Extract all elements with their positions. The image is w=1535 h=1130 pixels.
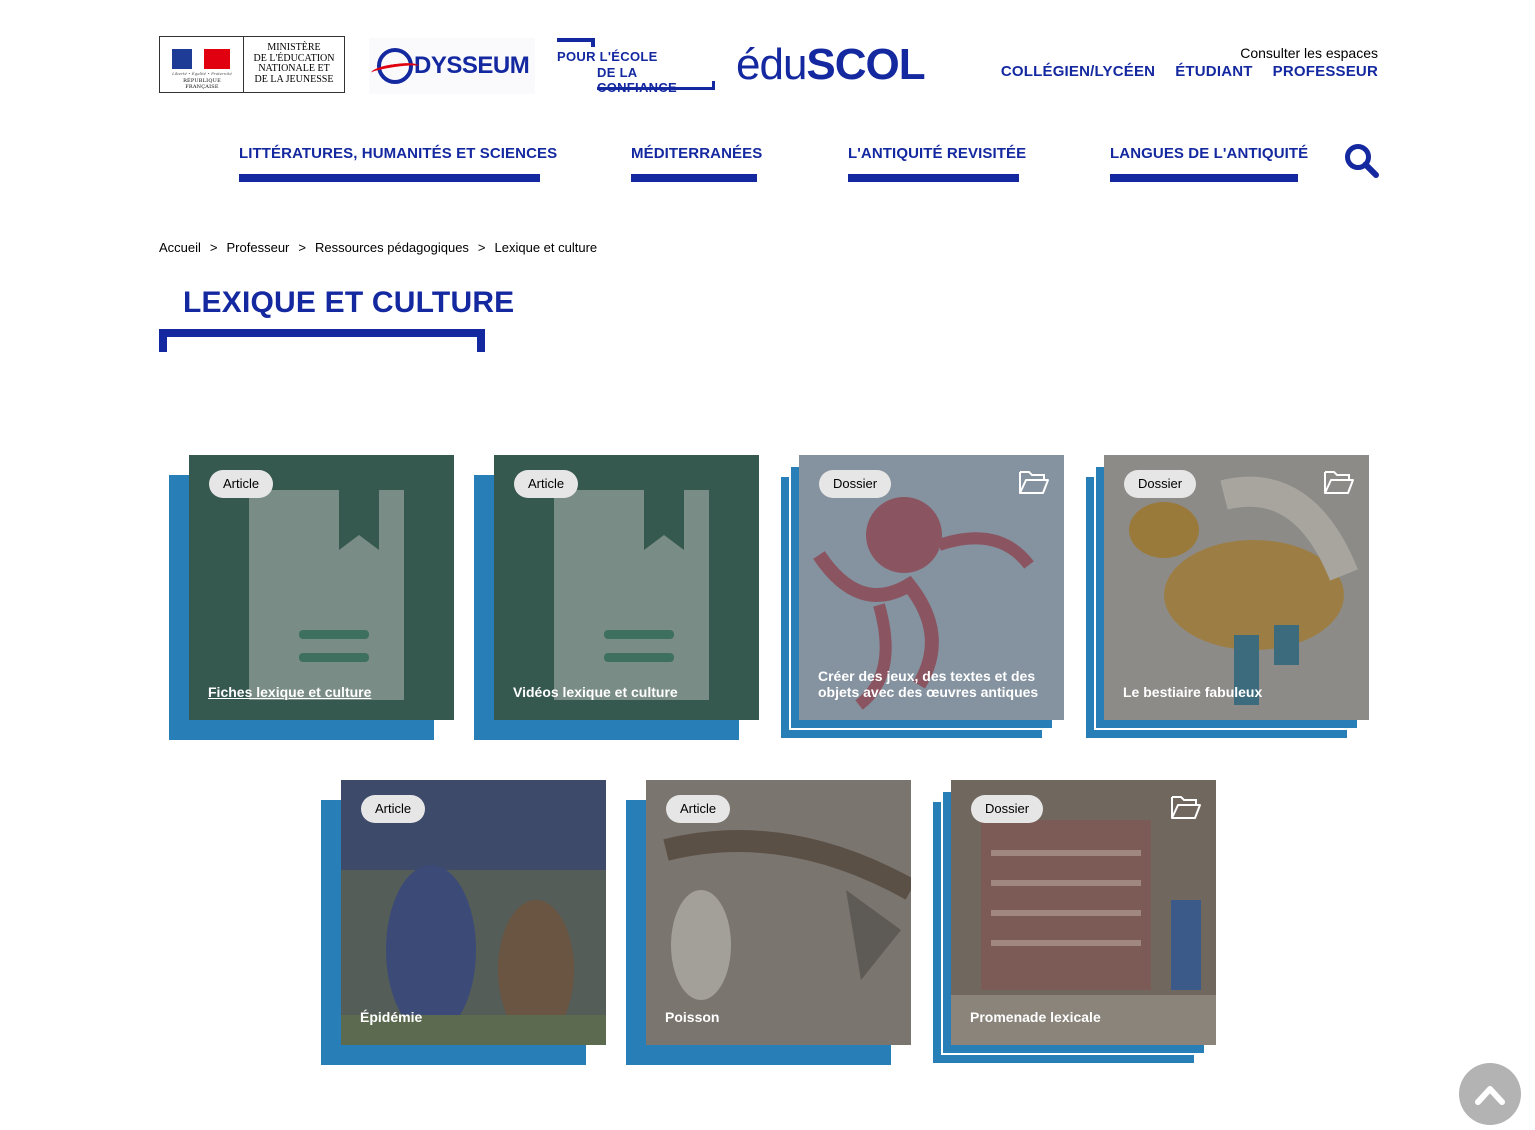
card-promenade-lexicale[interactable]: Dossier Promenade lexicale	[931, 780, 1216, 1065]
ecole-confiance-logo[interactable]: POUR L'ÉCOLE DE LA CONFIANCE	[557, 38, 715, 95]
breadcrumb-accueil[interactable]: Accueil	[159, 240, 201, 255]
card-fiches-lexique[interactable]: Article Fiches lexique et culture	[169, 455, 454, 740]
nav-item-mediterranees[interactable]: MÉDITERRANÉES	[631, 145, 762, 182]
nav-item-litteratures[interactable]: LITTÉRATURES, HUMANITÉS ET SCIENCES	[239, 145, 557, 182]
breadcrumb-ressources[interactable]: Ressources pédagogiques	[315, 240, 469, 255]
breadcrumb-current: Lexique et culture	[494, 240, 598, 255]
nav-underline	[631, 174, 757, 182]
consult-spaces-label: Consulter les espaces	[1240, 45, 1378, 61]
card-type-badge: Article	[209, 470, 274, 498]
card-type-badge: Article	[361, 795, 426, 823]
breadcrumb-professeur[interactable]: Professeur	[227, 240, 290, 255]
space-link-collegien[interactable]: COLLÉGIEN/LYCÉEN	[1001, 63, 1155, 80]
republic-motto: Liberté • Égalité • Fraternité	[172, 71, 232, 76]
card-title[interactable]: Le bestiaire fabuleux	[1123, 684, 1351, 700]
nav-item-langues-antiquite[interactable]: LANGUES DE L'ANTIQUITÉ	[1110, 145, 1308, 182]
nav-underline	[848, 174, 1019, 182]
marianne-flag: Liberté • Égalité • Fraternité RÉPUBLIQU…	[160, 37, 244, 92]
folder-open-icon	[1324, 471, 1354, 494]
spaces-links: COLLÉGIEN/LYCÉEN ÉTUDIANT PROFESSEUR	[1001, 63, 1378, 80]
page-title: LEXIQUE ET CULTURE	[183, 286, 515, 319]
card-type-badge: Article	[514, 470, 579, 498]
search-icon[interactable]	[1344, 143, 1380, 179]
odysseum-o-mark	[377, 48, 413, 84]
card-type-badge: Dossier	[819, 470, 892, 498]
card-videos-lexique[interactable]: Article Vidéos lexique et culture	[474, 455, 759, 740]
card-type-badge: Dossier	[1124, 470, 1197, 498]
breadcrumb-separator: >	[209, 240, 218, 255]
card-type-badge: Article	[666, 795, 731, 823]
card-bestiaire[interactable]: Dossier Le bestiaire fabuleux	[1084, 455, 1369, 740]
republic-label: RÉPUBLIQUE FRANÇAISE	[183, 78, 221, 90]
breadcrumb-separator: >	[477, 240, 486, 255]
nav-underline	[1110, 174, 1298, 182]
space-link-professeur[interactable]: PROFESSEUR	[1273, 63, 1378, 80]
scroll-top-button[interactable]	[1459, 1063, 1521, 1125]
ministry-name: Ministère de l'Éducation nationale et de…	[253, 42, 335, 85]
card-title[interactable]: Épidémie	[360, 1009, 588, 1025]
card-poisson[interactable]: Article Poisson	[626, 780, 911, 1065]
breadcrumb-separator: >	[298, 240, 306, 255]
card-epidemie[interactable]: Article Épidémie	[321, 780, 606, 1065]
card-title[interactable]: Fiches lexique et culture	[208, 684, 436, 700]
nav-underline	[239, 174, 540, 182]
odysseum-logo[interactable]: DYSSEUM	[369, 38, 535, 94]
card-title[interactable]: Créer des jeux, des textes et des objets…	[818, 668, 1046, 700]
card-title[interactable]: Promenade lexicale	[970, 1009, 1198, 1025]
title-bracket-decoration	[159, 329, 485, 352]
chevron-up-icon	[1475, 1086, 1505, 1105]
card-title[interactable]: Poisson	[665, 1009, 893, 1025]
ministry-logo[interactable]: Liberté • Égalité • Fraternité RÉPUBLIQU…	[159, 36, 345, 93]
folder-open-icon	[1171, 796, 1201, 819]
breadcrumb: Accueil > Professeur > Ressources pédago…	[159, 240, 597, 255]
eduscol-logo[interactable]: éduSCOL	[736, 38, 926, 92]
card-title[interactable]: Vidéos lexique et culture	[513, 684, 741, 700]
card-creer-jeux[interactable]: Dossier Créer des jeux, des textes et de…	[779, 455, 1064, 740]
nav-item-antiquite-revisitee[interactable]: L'ANTIQUITÉ REVISITÉE	[848, 145, 1026, 182]
folder-open-icon	[1019, 471, 1049, 494]
card-type-badge: Dossier	[971, 795, 1044, 823]
space-link-etudiant[interactable]: ÉTUDIANT	[1175, 63, 1252, 80]
